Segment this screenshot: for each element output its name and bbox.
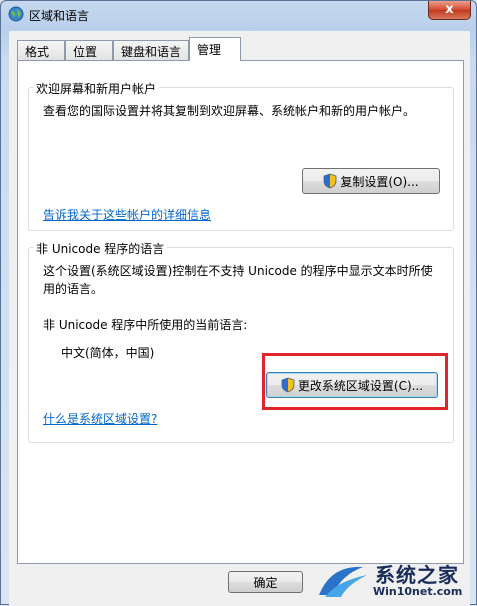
non-unicode-description-line2: 用的语言。 (43, 282, 104, 296)
ok-button-label: 确定 (253, 575, 278, 590)
system-locale-info-link[interactable]: 什么是系统区域设置? (43, 410, 157, 428)
title-bar[interactable]: 区域和语言 x (1, 1, 476, 29)
non-unicode-group: 非 Unicode 程序的语言 这个设置(系统区域设置)控制在不支持 Unico… (28, 240, 454, 443)
copy-settings-button[interactable]: 复制设置(O)... (302, 168, 440, 194)
tab-format[interactable]: 格式 (17, 40, 65, 60)
close-button[interactable]: x (428, 1, 471, 20)
current-language-label: 非 Unicode 程序中所使用的当前语言: (43, 318, 248, 332)
non-unicode-description-line1: 这个设置(系统区域设置)控制在不支持 Unicode 的程序中显示文本时所使 (43, 264, 433, 278)
globe-icon (8, 6, 24, 22)
tab-panel-administrative: 欢迎屏幕和新用户帐户 查看您的国际设置并将其复制到欢迎屏幕、系统帐户和新的用户帐… (17, 60, 464, 564)
region-language-window: 区域和语言 x 格式 位置 键盘和语言 管理 欢迎屏幕和新用户帐户 查看您的国际… (0, 0, 477, 606)
welcome-description: 查看您的国际设置并将其复制到欢迎屏幕、系统帐户和新的用户帐户。 (43, 104, 416, 118)
ok-button[interactable]: 确定 (228, 571, 303, 593)
close-icon: x (445, 2, 454, 17)
tab-keyboards-languages[interactable]: 键盘和语言 (113, 40, 189, 60)
current-language-value: 中文(简体，中国) (61, 346, 155, 360)
dialog-client-area: 格式 位置 键盘和语言 管理 欢迎屏幕和新用户帐户 查看您的国际设置并将其复制到… (9, 31, 470, 606)
copy-settings-label: 复制设置(O)... (340, 174, 419, 189)
tab-location[interactable]: 位置 (65, 40, 113, 60)
uac-shield-icon (323, 173, 337, 189)
watermark-url: Win10net.com (373, 585, 463, 598)
non-unicode-group-title: 非 Unicode 程序的语言 (33, 240, 168, 257)
welcome-group-title: 欢迎屏幕和新用户帐户 (33, 80, 160, 97)
window-title: 区域和语言 (29, 9, 90, 23)
watermark-logo-icon (319, 566, 367, 597)
non-unicode-description: 这个设置(系统区域设置)控制在不支持 Unicode 的程序中显示文本时所使 用… (43, 262, 448, 298)
tab-administrative[interactable]: 管理 (189, 37, 241, 61)
accounts-info-link[interactable]: 告诉我关于这些帐户的详细信息 (43, 206, 211, 224)
highlight-box (262, 353, 448, 410)
welcome-screen-group: 欢迎屏幕和新用户帐户 查看您的国际设置并将其复制到欢迎屏幕、系统帐户和新的用户帐… (28, 80, 454, 231)
